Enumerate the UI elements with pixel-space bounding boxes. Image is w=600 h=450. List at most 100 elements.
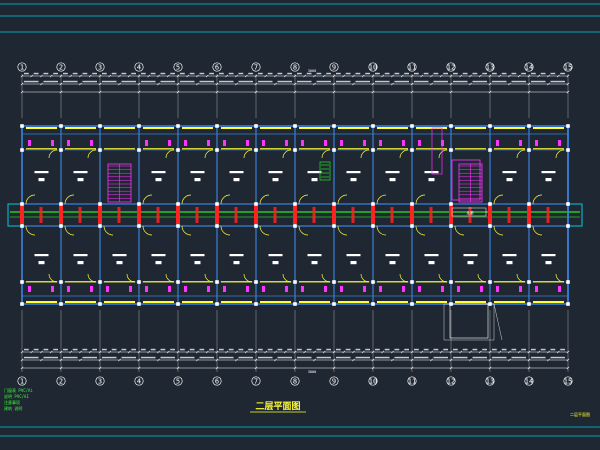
sink-fixture: [519, 140, 522, 146]
axis-bubbles-bottom: 1 2 3 4 5 6 7 8 9 10 11 12 13 14 15: [17, 376, 573, 386]
column: [371, 202, 375, 206]
sink-fixture: [51, 140, 54, 146]
dimension-text: [33, 348, 39, 351]
window-inner-bottom: [260, 281, 291, 283]
corridor-door-mark: [410, 206, 414, 224]
dimension-text: [141, 72, 146, 75]
column: [332, 224, 336, 228]
dimension-text: [267, 72, 273, 75]
toilet-fixture: [262, 140, 265, 146]
dimension-text: [326, 72, 331, 75]
room-name: [229, 254, 244, 257]
column: [98, 302, 102, 306]
dimension-text: [287, 72, 292, 75]
axis-label: 12: [447, 63, 455, 71]
toilet-fixture: [184, 286, 187, 292]
dimension-text: [443, 348, 448, 351]
window-inner-top: [494, 148, 525, 150]
column: [332, 280, 336, 284]
dimension-text: [453, 356, 468, 359]
window-top: [299, 127, 330, 129]
dimension-text: [121, 348, 127, 351]
window-top: [416, 127, 447, 129]
dimension-text: [180, 72, 185, 75]
dimension-text: [531, 80, 546, 83]
room-code: [350, 261, 357, 265]
dimension-text: [170, 72, 175, 75]
column: [254, 202, 258, 206]
column: [176, 302, 180, 306]
toilet-fixture: [535, 286, 538, 292]
window-inner-top: [26, 148, 57, 150]
dimension-text: [219, 80, 234, 83]
axis-label: 5: [176, 63, 180, 71]
dimension-text: [384, 348, 390, 351]
room-name: [229, 171, 244, 174]
column: [293, 280, 297, 284]
room-name: [307, 254, 322, 257]
dimension-text: [462, 348, 468, 351]
corridor-door-mark: [546, 207, 550, 223]
toilet-fixture: [418, 286, 421, 292]
sink-fixture: [246, 140, 249, 146]
column: [98, 148, 102, 152]
dimension-text: [375, 72, 380, 75]
corridor-door-mark: [429, 207, 433, 223]
dimension-text: [102, 356, 117, 359]
dimension-text: [550, 72, 556, 75]
dimension-text: [92, 348, 97, 351]
room-code: [155, 261, 162, 265]
window-top: [494, 127, 525, 129]
toilet-fixture: [145, 140, 148, 146]
dimension-text: [433, 72, 439, 75]
dimension-text: [492, 348, 497, 351]
room-code: [350, 178, 357, 182]
toilet-fixture: [379, 140, 382, 146]
dimension-text: [375, 356, 390, 359]
column: [254, 280, 258, 284]
axis-label: 10: [369, 63, 377, 71]
window-inner-bottom: [494, 281, 525, 283]
window-inner-bottom: [221, 281, 252, 283]
column: [254, 148, 258, 152]
dimension-text: [384, 72, 390, 75]
column: [566, 280, 570, 284]
column: [176, 124, 180, 128]
dimension-text: [375, 80, 390, 83]
room-name: [112, 254, 127, 257]
window-bottom: [104, 301, 135, 303]
room-name: [190, 254, 205, 257]
dimension-text: [560, 72, 565, 75]
dimension-text: [82, 80, 97, 83]
dimension-text: [355, 80, 370, 83]
toilet-fixture: [340, 286, 343, 292]
dimension-text: [53, 72, 58, 75]
column: [176, 224, 180, 228]
window-inner-bottom: [65, 281, 96, 283]
column: [410, 224, 414, 228]
column: [137, 302, 141, 306]
window-bottom: [494, 301, 525, 303]
corridor-door-mark: [371, 206, 375, 224]
room-code: [233, 178, 240, 182]
column: [332, 202, 336, 206]
dimension-text: [336, 356, 351, 359]
toilet-fixture: [184, 140, 187, 146]
column: [215, 224, 219, 228]
room-code: [506, 178, 513, 182]
dimension-total-top: 3000: [308, 69, 316, 73]
dimension-text: [404, 72, 409, 75]
dimension-text: [53, 348, 58, 351]
column: [293, 124, 297, 128]
room-code: [233, 261, 240, 265]
dimension-text: [180, 348, 185, 351]
axis-label: 3: [98, 377, 102, 385]
dimension-text: [199, 72, 205, 75]
window-bottom: [221, 301, 252, 303]
column: [98, 202, 102, 206]
window-inner-bottom: [104, 281, 135, 283]
sink-fixture: [558, 286, 561, 292]
column: [527, 202, 531, 206]
window-top: [377, 127, 408, 129]
axis-label: 7: [254, 63, 258, 71]
